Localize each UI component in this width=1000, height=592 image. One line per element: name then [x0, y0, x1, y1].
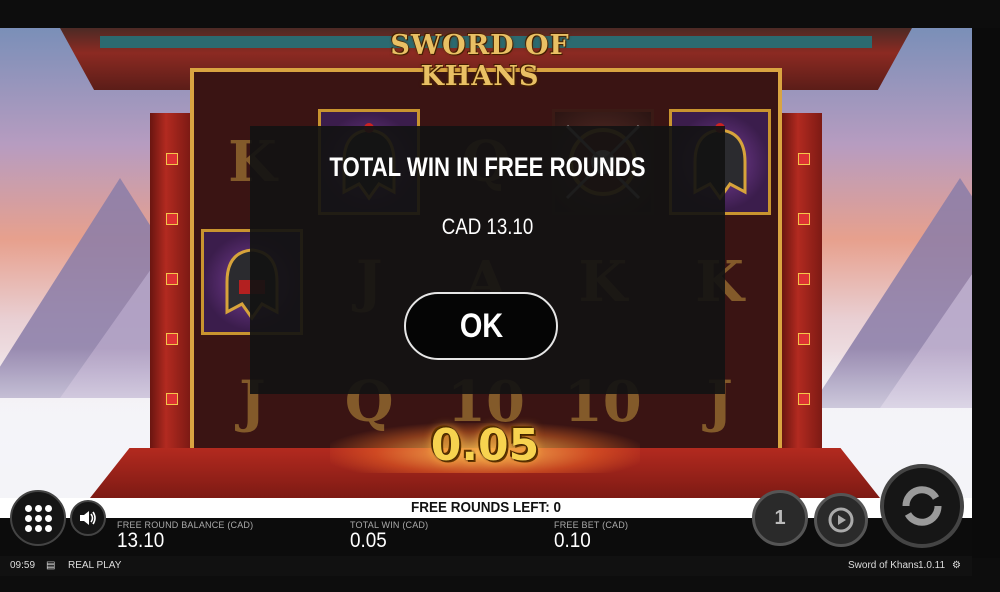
- pillar-left: [150, 113, 190, 463]
- balance-value: 13.10: [117, 529, 165, 552]
- total-win-block: TOTAL WIN (CAD) 0.05: [350, 520, 428, 552]
- version: 1.0.11: [918, 560, 946, 571]
- game-name: Sword of Khans: [848, 560, 919, 571]
- play-mode: REAL PLAY: [68, 560, 122, 571]
- free-bet-value: 0.10: [554, 529, 591, 552]
- ok-label: OK: [459, 306, 503, 345]
- bet-level: 1: [774, 506, 786, 529]
- grid-menu-icon: [24, 504, 52, 532]
- right-edge: [972, 28, 1000, 558]
- spin-button[interactable]: [880, 464, 964, 548]
- autoplay-button[interactable]: [814, 493, 868, 547]
- autoplay-icon: [828, 507, 854, 533]
- status-bar: 09:59 ▤ REAL PLAY Sword of Khans 1.0.11 …: [0, 556, 972, 576]
- free-bet-block: FREE BET (CAD) 0.10: [554, 520, 628, 552]
- clock: 09:59: [10, 560, 36, 571]
- menu-button[interactable]: [10, 490, 66, 546]
- settings-icon[interactable]: ⚙: [952, 560, 961, 571]
- sound-button[interactable]: [70, 500, 106, 536]
- balance-block: FREE ROUND BALANCE (CAD) 13.10: [117, 520, 253, 552]
- ok-button[interactable]: OK: [404, 292, 558, 360]
- total-win-value: 0.05: [350, 529, 387, 552]
- win-amount-display: 0.05: [430, 420, 540, 471]
- history-icon[interactable]: ▤: [46, 560, 55, 571]
- speaker-icon: [80, 511, 96, 525]
- game-logo: SWORD OF KHANS: [390, 30, 570, 92]
- total-win-dialog: TOTAL WIN IN FREE ROUNDS CAD 13.10 OK: [250, 126, 725, 394]
- dialog-title: TOTAL WIN IN FREE ROUNDS: [329, 152, 646, 182]
- dialog-amount: CAD 13.10: [441, 214, 534, 239]
- bet-button[interactable]: 1: [752, 490, 808, 546]
- spin-icon: [902, 486, 942, 526]
- pillar-right: [782, 113, 822, 463]
